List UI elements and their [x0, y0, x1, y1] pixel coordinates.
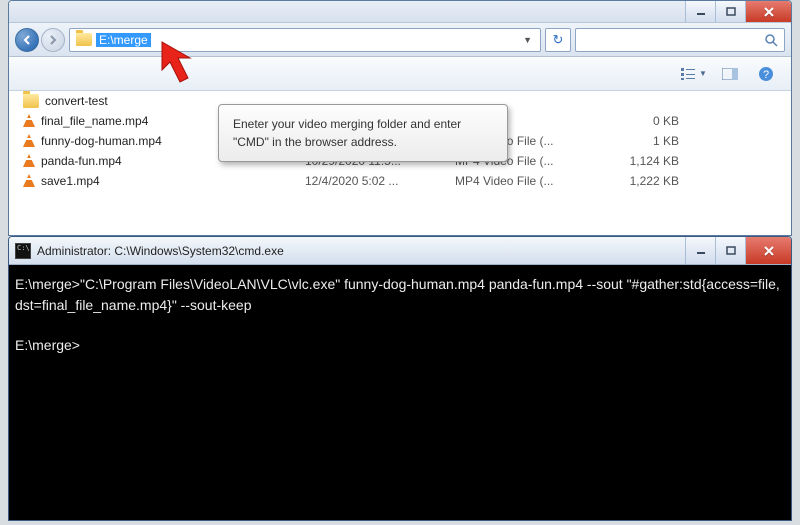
file-date: 12/4/2020 5:02 ... — [305, 174, 455, 188]
maximize-icon — [726, 246, 736, 256]
cmd-minimize-button[interactable] — [685, 237, 715, 264]
list-item[interactable]: save1.mp4 12/4/2020 5:02 ... MP4 Video F… — [9, 171, 791, 191]
file-size: 1 KB — [601, 134, 679, 148]
svg-text:?: ? — [763, 69, 769, 81]
cmd-close-button[interactable] — [745, 237, 791, 264]
address-dropdown-icon[interactable]: ▼ — [517, 35, 538, 45]
minimize-button[interactable] — [685, 1, 715, 22]
chevron-down-icon: ▼ — [699, 69, 707, 78]
vlc-icon — [23, 174, 35, 187]
instruction-callout: Eneter your video merging folder and ent… — [218, 104, 508, 162]
preview-icon — [722, 68, 738, 80]
vlc-icon — [23, 134, 35, 147]
minimize-icon — [696, 246, 706, 256]
annotation-arrow-icon — [160, 40, 210, 100]
refresh-button[interactable]: ↻ — [545, 28, 571, 52]
view-list-icon — [681, 68, 697, 80]
preview-pane-button[interactable] — [715, 63, 745, 85]
explorer-titlebar — [9, 1, 791, 23]
folder-icon — [23, 94, 39, 108]
close-icon — [763, 7, 775, 17]
vlc-icon — [23, 154, 35, 167]
cmd-title: Administrator: C:\Windows\System32\cmd.e… — [37, 244, 284, 258]
folder-icon — [76, 33, 92, 46]
help-button[interactable]: ? — [751, 63, 781, 85]
view-options-button[interactable]: ▼ — [679, 63, 709, 85]
refresh-icon: ↻ — [553, 32, 564, 48]
maximize-icon — [726, 7, 736, 17]
address-bar[interactable]: E:\merge ▼ — [69, 28, 541, 52]
cmd-terminal[interactable]: E:\merge>"C:\Program Files\VideoLAN\VLC\… — [9, 265, 791, 520]
help-icon: ? — [758, 66, 774, 82]
explorer-toolbar: ▼ ? — [9, 57, 791, 91]
cmd-line: E:\merge>"C:\Program Files\VideoLAN\VLC\… — [15, 276, 780, 313]
search-box[interactable] — [575, 28, 785, 52]
maximize-button[interactable] — [715, 1, 745, 22]
nav-forward-button[interactable] — [41, 28, 65, 52]
arrow-right-icon — [48, 35, 58, 45]
cmd-titlebar: C:\ Administrator: C:\Windows\System32\c… — [9, 237, 791, 265]
callout-text: Eneter your video merging folder and ent… — [233, 117, 461, 149]
file-size: 1,124 KB — [601, 154, 679, 168]
cmd-maximize-button[interactable] — [715, 237, 745, 264]
file-size: 0 KB — [601, 114, 679, 128]
address-text: E:\merge — [96, 33, 151, 47]
nav-back-button[interactable] — [15, 28, 39, 52]
close-button[interactable] — [745, 1, 791, 22]
close-icon — [763, 246, 775, 256]
nav-arrows — [15, 28, 65, 52]
vlc-icon — [23, 114, 35, 127]
explorer-navbar: E:\merge ▼ ↻ — [9, 23, 791, 57]
arrow-left-icon — [22, 35, 32, 45]
minimize-icon — [696, 7, 706, 17]
cmd-system-icon: C:\ — [15, 243, 31, 259]
cmd-window: C:\ Administrator: C:\Windows\System32\c… — [8, 236, 792, 521]
file-name: save1.mp4 — [41, 174, 305, 188]
file-size: 1,222 KB — [601, 174, 679, 188]
search-icon — [764, 33, 778, 47]
cmd-prompt: E:\merge> — [15, 337, 80, 353]
file-type: MP4 Video File (... — [455, 174, 601, 188]
